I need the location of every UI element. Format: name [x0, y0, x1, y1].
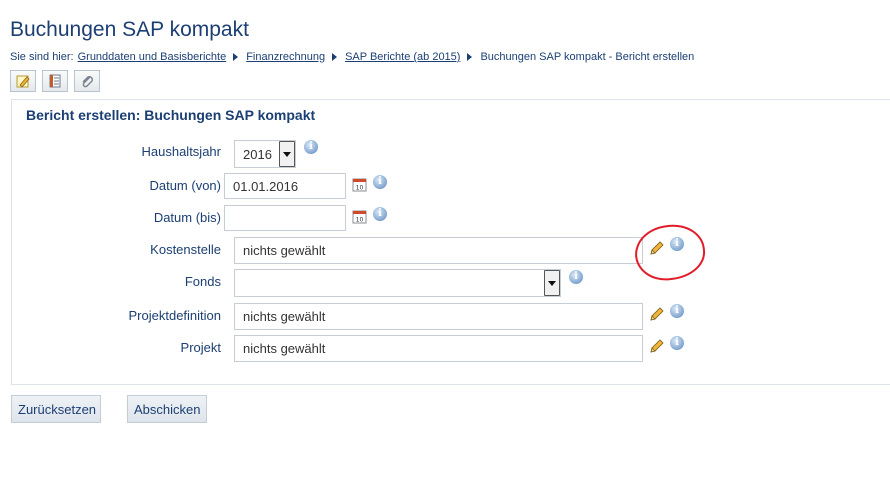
fonds-label: Fonds: [184, 274, 221, 289]
document-list-button[interactable]: [42, 70, 68, 92]
breadcrumb-current: Buchungen SAP kompakt - Bericht erstelle…: [480, 51, 695, 63]
submit-button[interactable]: Abschicken: [127, 395, 207, 423]
haushaltsjahr-label: Haushaltsjahr: [141, 144, 222, 159]
attachment-icon: [82, 76, 93, 88]
breadcrumb-link-sap-berichte[interactable]: SAP Berichte (ab 2015): [345, 51, 460, 63]
info-icon[interactable]: i: [670, 336, 684, 350]
breadcrumb-arrow-icon: [332, 53, 338, 61]
svg-text:10: 10: [356, 185, 364, 192]
chevron-down-icon[interactable]: [279, 141, 295, 167]
calendar-icon[interactable]: 10: [352, 209, 367, 224]
chevron-down-icon[interactable]: [544, 270, 560, 296]
info-icon[interactable]: i: [373, 175, 387, 189]
kostenstelle-field[interactable]: nichts gewählt: [234, 237, 643, 264]
fonds-select[interactable]: [234, 269, 561, 297]
projektdefinition-value: nichts gewählt: [243, 309, 326, 324]
kostenstelle-label: Kostenstelle: [150, 242, 221, 257]
reset-button[interactable]: Zurücksetzen: [11, 395, 101, 423]
projekt-field[interactable]: nichts gewählt: [234, 335, 643, 362]
projekt-value: nichts gewählt: [243, 341, 326, 356]
projektdefinition-field[interactable]: nichts gewählt: [234, 303, 643, 330]
projekt-label: Projekt: [180, 340, 221, 355]
info-icon[interactable]: i: [569, 270, 583, 284]
projektdefinition-label: Projektdefinition: [128, 308, 222, 323]
breadcrumb-arrow-icon: [233, 53, 239, 61]
haushaltsjahr-value: 2016: [243, 146, 272, 162]
breadcrumb-prefix: Sie sind hier:: [10, 51, 74, 63]
form-title: Bericht erstellen: Buchungen SAP kompakt: [26, 107, 316, 123]
edit-note-button[interactable]: [10, 70, 36, 92]
datum-von-value: 01.01.2016: [233, 178, 299, 194]
attachment-button[interactable]: [74, 70, 100, 92]
document-list-icon: [49, 74, 61, 88]
toolbar: [10, 70, 100, 92]
breadcrumb: Sie sind hier: Grunddaten und Basisberic…: [10, 51, 694, 63]
datum-von-input[interactable]: 01.01.2016: [224, 173, 346, 199]
breadcrumb-link-finanzrechnung[interactable]: Finanzrechnung: [246, 51, 325, 63]
breadcrumb-link-grunddaten[interactable]: Grunddaten und Basisberichte: [78, 51, 227, 63]
pencil-icon[interactable]: [648, 338, 665, 355]
calendar-icon[interactable]: 10: [352, 177, 367, 192]
pencil-icon[interactable]: [648, 306, 665, 323]
kostenstelle-value: nichts gewählt: [243, 243, 326, 258]
info-icon[interactable]: i: [304, 140, 318, 154]
datum-bis-label: Datum (bis): [153, 210, 221, 225]
svg-text:10: 10: [356, 217, 364, 224]
info-icon[interactable]: i: [670, 304, 684, 318]
datum-bis-input[interactable]: [224, 205, 346, 231]
breadcrumb-arrow-icon: [467, 53, 473, 61]
datum-von-label: Datum (von): [149, 178, 221, 193]
page-title: Buchungen SAP kompakt: [10, 18, 249, 41]
info-icon[interactable]: i: [373, 207, 387, 221]
edit-note-icon: [16, 75, 30, 88]
